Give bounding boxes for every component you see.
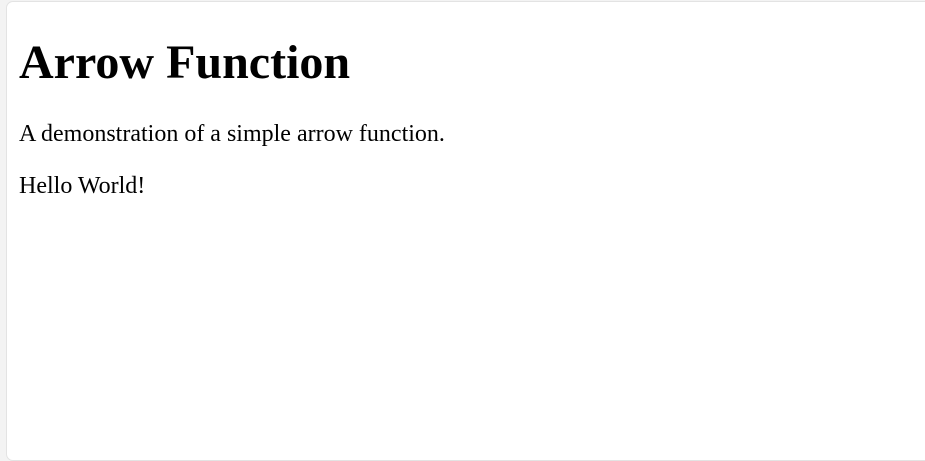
- browser-viewport: Arrow Function A demonstration of a simp…: [6, 1, 925, 461]
- page-title: Arrow Function: [19, 36, 351, 89]
- function-output: Hello World!: [19, 173, 146, 199]
- page-description: A demonstration of a simple arrow functi…: [19, 121, 445, 147]
